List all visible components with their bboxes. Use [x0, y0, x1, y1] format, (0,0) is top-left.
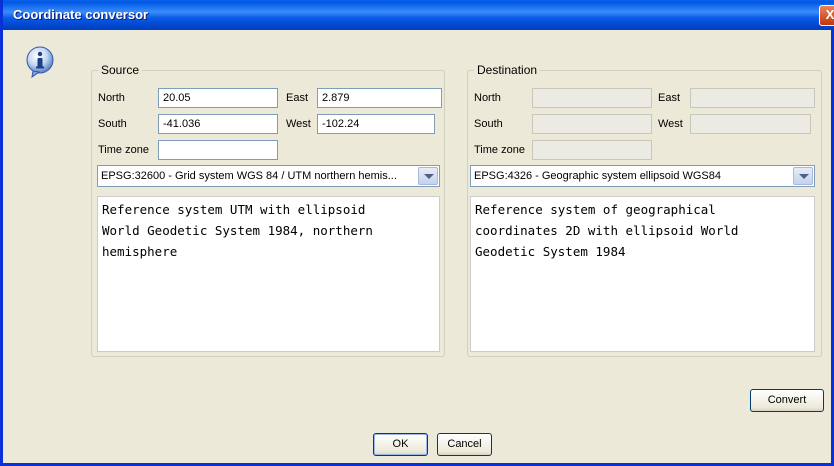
destination-south-label: South: [474, 118, 503, 130]
destination-legend: Destination: [474, 63, 541, 77]
source-east-input[interactable]: 2.879: [317, 88, 442, 108]
destination-description: Reference system of geographical coordin…: [470, 196, 815, 352]
source-timezone-input[interactable]: [158, 140, 278, 160]
source-west-label: West: [286, 118, 311, 130]
destination-east-input: [690, 88, 815, 108]
source-east-label: East: [286, 92, 309, 104]
source-crs-selected: EPSG:32600 - Grid system WGS 84 / UTM no…: [101, 170, 397, 182]
source-description: Reference system UTM with ellipsoid Worl…: [97, 196, 440, 352]
source-south-label: South: [98, 118, 127, 130]
window-title: Coordinate conversor: [13, 7, 149, 22]
info-icon: [26, 46, 54, 78]
source-south-input[interactable]: -41.036: [158, 114, 278, 134]
chevron-down-icon[interactable]: [793, 167, 813, 185]
source-north-label: North: [98, 92, 125, 104]
destination-north-input: [532, 88, 652, 108]
source-legend: Source: [98, 63, 143, 77]
close-button[interactable]: X: [819, 5, 834, 26]
cancel-button[interactable]: Cancel: [437, 433, 492, 456]
destination-south-input: [532, 114, 652, 134]
source-group: Source North 20.05 East 2.879 South -41.…: [91, 63, 445, 357]
title-bar[interactable]: Coordinate conversor X: [3, 0, 834, 30]
source-north-input[interactable]: 20.05: [158, 88, 278, 108]
destination-crs-select[interactable]: EPSG:4326 - Geographic system ellipsoid …: [470, 165, 815, 187]
destination-timezone-label: Time zone: [474, 144, 525, 156]
destination-group: Destination North East South West Time z…: [467, 63, 822, 357]
destination-west-input: [690, 114, 811, 134]
chevron-down-icon[interactable]: [418, 167, 438, 185]
destination-east-label: East: [658, 92, 681, 104]
destination-west-label: West: [658, 118, 683, 130]
source-timezone-label: Time zone: [98, 144, 149, 156]
destination-north-label: North: [474, 92, 501, 104]
destination-crs-selected: EPSG:4326 - Geographic system ellipsoid …: [474, 170, 722, 182]
close-icon: X: [825, 7, 834, 22]
destination-timezone-input: [532, 140, 652, 160]
source-west-input[interactable]: -102.24: [317, 114, 435, 134]
ok-button[interactable]: OK: [373, 433, 428, 456]
dialog-window: Coordinate conversor X Source North 20.0…: [0, 0, 834, 466]
convert-button[interactable]: Convert: [750, 389, 824, 412]
source-crs-select[interactable]: EPSG:32600 - Grid system WGS 84 / UTM no…: [97, 165, 440, 187]
